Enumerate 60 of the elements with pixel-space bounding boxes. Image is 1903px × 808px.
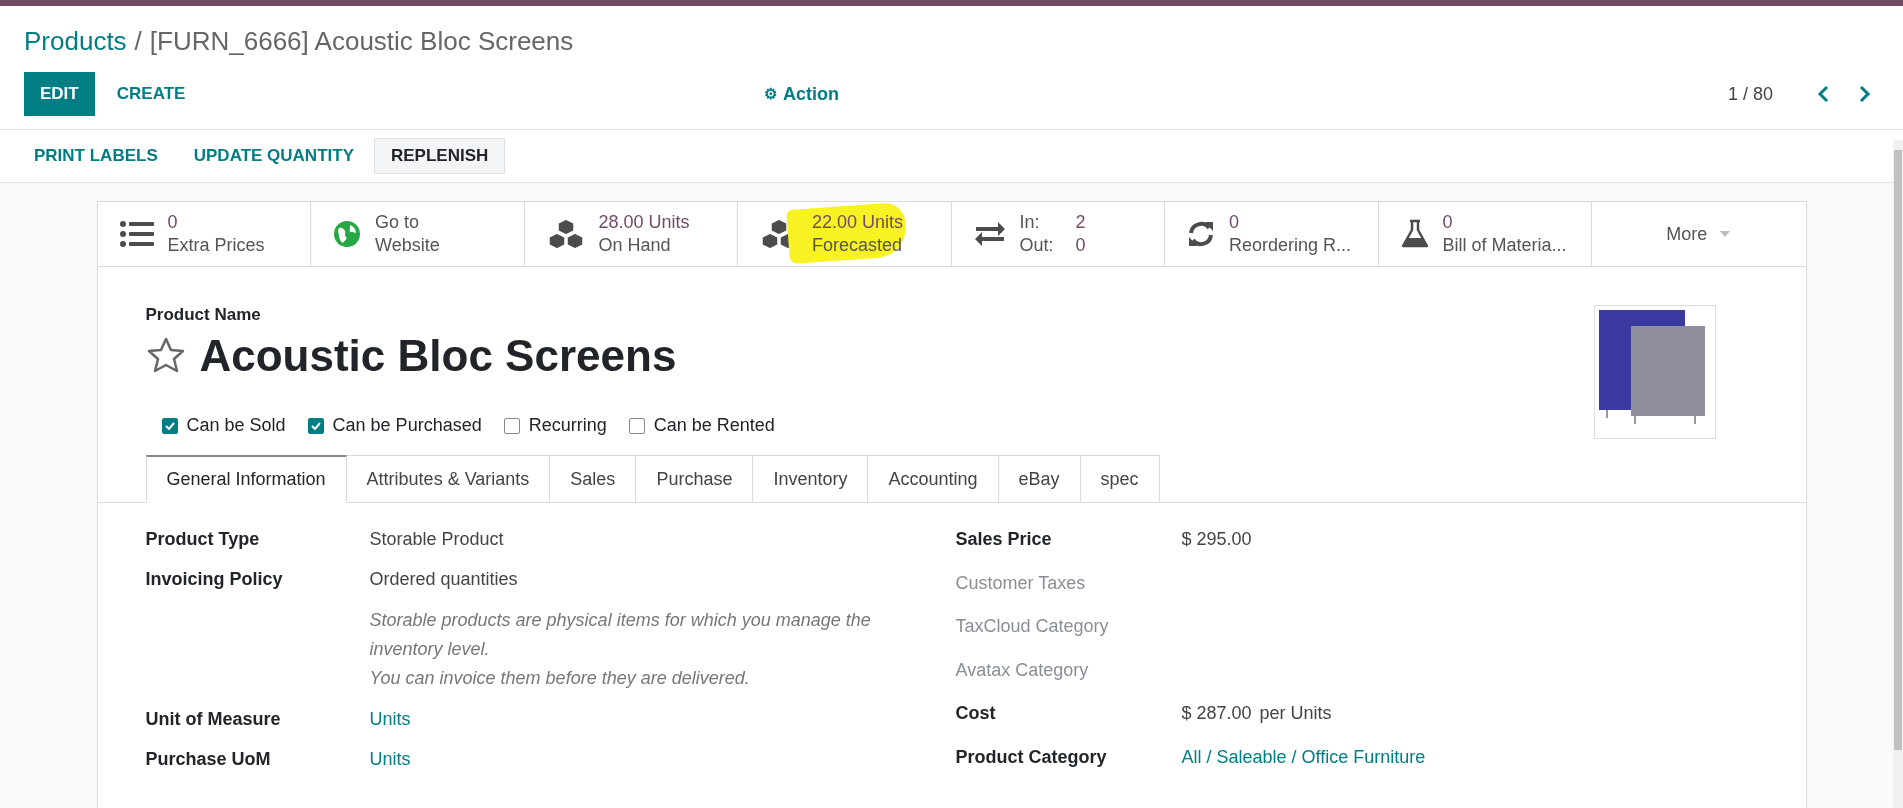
checkbox[interactable] (628, 417, 645, 434)
chevron-left-icon (1817, 85, 1829, 103)
unit-text: per Units (1259, 703, 1332, 725)
toolbar-button[interactable]: UPDATE QUANTITY (177, 138, 370, 174)
field-value: Storable Product (369, 529, 505, 550)
cubes-icon (546, 218, 585, 250)
field-label: Invoicing Policy (145, 569, 284, 591)
chevron-right-icon (1859, 85, 1871, 103)
field-value: $ 295.00 (1181, 529, 1252, 551)
transfer-arrows-icon (973, 221, 1006, 247)
tab[interactable]: Purchase (636, 455, 754, 503)
field-label: TaxCloud Category (955, 616, 1110, 638)
field-label: Product Type (145, 529, 261, 551)
edit-button[interactable]: EDIT (24, 72, 95, 116)
field-label: Product Name (145, 305, 262, 325)
check-icon (164, 421, 175, 430)
field-label: Cost (955, 703, 997, 725)
field-value: $ 287.00 (1181, 703, 1252, 725)
help-text: Storable products are physical items for which you manage the inventory level. (369, 609, 872, 661)
scrollbar[interactable] (1893, 140, 1903, 808)
field-link[interactable]: Units (369, 709, 956, 730)
record-title: [FURN_6666] Acoustic Bloc Screens (149, 26, 574, 57)
checkbox[interactable] (307, 417, 324, 434)
globe-icon (333, 220, 361, 248)
field-label: Product Category (955, 746, 1108, 769)
field-label: Unit of Measure (145, 709, 282, 731)
tab[interactable]: Attributes & Variants (346, 455, 551, 503)
breadcrumb-link[interactable]: Products (24, 26, 127, 57)
checkbox[interactable] (161, 417, 178, 434)
option-checkbox-label[interactable]: Can be Rented (628, 415, 775, 436)
option-checkbox-label[interactable]: Can be Purchased (307, 415, 482, 436)
option-checkbox-label[interactable]: Can be Sold (161, 415, 286, 436)
tab[interactable]: spec (1080, 455, 1160, 503)
tab[interactable]: eBay (998, 455, 1081, 503)
field-label: Customer Taxes (955, 572, 1087, 595)
field-link[interactable]: Units (369, 749, 956, 770)
list-icon (119, 220, 154, 248)
toolbar-button[interactable]: REPLENISH (374, 138, 506, 174)
tab[interactable]: Accounting (868, 455, 999, 503)
refresh-icon (1187, 220, 1215, 248)
toolbar-button[interactable]: PRINT LABELS (18, 138, 174, 174)
breadcrumb-separator: / (134, 26, 142, 57)
field-label: Avatax Category (955, 659, 1090, 682)
tab[interactable]: General Information (145, 455, 347, 503)
action-button[interactable]: ⚙ Action (764, 83, 839, 105)
pager: 1 / 80 (1727, 83, 1773, 105)
field-value: Ordered quantities (369, 569, 519, 590)
check-icon (310, 421, 321, 430)
tab[interactable]: Sales (550, 455, 637, 503)
checkbox[interactable] (503, 417, 520, 434)
field-label: Sales Price (955, 529, 1053, 551)
tab[interactable]: Inventory (753, 455, 869, 503)
field-label: Purchase UoM (145, 749, 272, 771)
product-name: Acoustic Bloc Screens (199, 331, 677, 381)
option-checkbox-label[interactable]: Recurring (503, 415, 607, 436)
flask-icon (1400, 219, 1429, 249)
create-button[interactable]: CREATE (96, 72, 206, 116)
caret-icon (1719, 230, 1732, 238)
help-text: You can invoice them before they are delivered. (369, 667, 751, 690)
field-link[interactable]: All / Saleable / Office Furniture (1181, 746, 1426, 773)
